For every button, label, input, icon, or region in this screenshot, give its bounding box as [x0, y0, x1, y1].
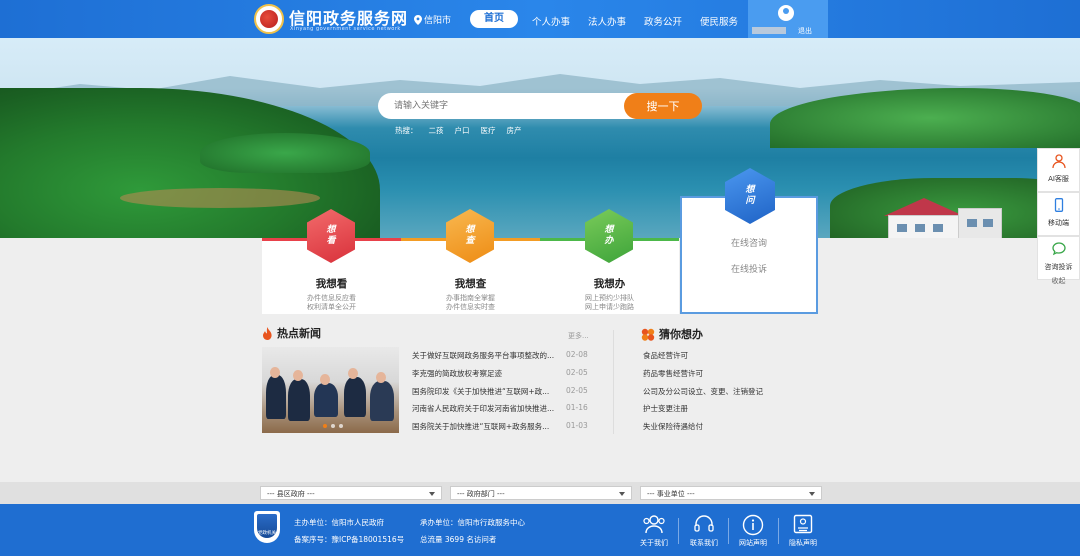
section-divider — [613, 330, 614, 434]
shoreline — [120, 188, 320, 208]
user-box: 退出 — [748, 0, 828, 38]
fire-icon — [263, 326, 272, 340]
online-complaint-link[interactable]: 在线投诉 — [682, 262, 816, 275]
footer-visits: 总流量 3699 名访问者 — [420, 535, 497, 544]
nav-gov-open[interactable]: 政务公开 — [644, 11, 682, 31]
news-header: 热点新闻 — [262, 325, 321, 341]
nav-personal[interactable]: 个人办事 — [532, 11, 570, 31]
fold-button[interactable]: 收起 — [1037, 276, 1080, 286]
online-consult-link[interactable]: 在线咨询 — [682, 236, 816, 249]
hot-word-link[interactable]: 医疗 — [481, 125, 496, 136]
about-us-button[interactable]: 关于我们 — [634, 514, 674, 550]
party-gov-badge-icon[interactable] — [254, 511, 280, 543]
guess-list: 食品经营许可 药品零售经营许可 公司及分公司设立、变更、注销登记 护士变更注册 … — [643, 348, 763, 437]
guess-item[interactable]: 护士变更注册 — [643, 401, 763, 419]
search-bar: 搜一下 — [378, 93, 702, 119]
footer-icp[interactable]: 备案序号：豫ICP备18001516号 — [294, 534, 404, 545]
guess-title: 猜你想办 — [659, 328, 703, 341]
news-item[interactable]: 李克强的简政放权考察足迹 02-05 — [412, 366, 592, 384]
search-input[interactable] — [378, 93, 648, 119]
forest-left-ridge — [200, 133, 370, 173]
user-name-redacted — [752, 27, 786, 34]
hot-word-link[interactable]: 户口 — [455, 125, 470, 136]
privacy-statement-button[interactable]: 隐私声明 — [783, 514, 823, 550]
badge-label: 党政机关 — [258, 531, 276, 536]
nav-legal-person[interactable]: 法人办事 — [588, 11, 626, 31]
nav-home[interactable]: 首页 — [470, 10, 518, 28]
search-button[interactable]: 搜一下 — [624, 93, 702, 119]
card-title: 我想办 — [593, 278, 626, 290]
county-gov-select[interactable]: --- 县区政府 --- — [260, 486, 442, 500]
news-item[interactable]: 河南省人民政府关于印发河南省加快推进... 01-16 — [412, 401, 592, 419]
location-label: 信阳市 — [424, 16, 452, 26]
news-more-link[interactable]: 更多... — [568, 331, 589, 341]
consult-complaint-button[interactable]: 咨询投诉 — [1037, 236, 1080, 280]
carousel-dots — [323, 424, 343, 428]
chat-bubble-icon — [1052, 242, 1066, 256]
headset-icon — [694, 515, 714, 532]
hot-word-link[interactable]: 房产 — [507, 125, 522, 136]
hero-banner — [0, 38, 1080, 238]
logout-link[interactable]: 退出 — [798, 26, 812, 36]
side-float-panel: AI客服 移动端 咨询投诉 收起 — [1037, 148, 1080, 288]
guess-item[interactable]: 药品零售经营许可 — [643, 366, 763, 384]
top-header: 信阳政务服务网 Xinyang government service netwo… — [0, 0, 1080, 38]
location-selector[interactable]: 信阳市 — [414, 13, 451, 26]
carousel-dot[interactable] — [331, 424, 335, 428]
mobile-button[interactable]: 移动端 — [1037, 192, 1080, 236]
guess-item[interactable]: 公司及分公司设立、变更、注销登记 — [643, 384, 763, 402]
carousel-dot[interactable] — [323, 424, 327, 428]
info-circle-icon — [742, 514, 764, 536]
footer — [0, 504, 1080, 556]
news-item[interactable]: 国务院印发《关于加快推进“互联网+政... 02-05 — [412, 384, 592, 402]
news-item[interactable]: 关于做好互联网政务服务平台事项整改的... 02-08 — [412, 348, 592, 366]
contact-us-button[interactable]: 联系我们 — [684, 514, 724, 550]
news-carousel-image[interactable] — [262, 347, 399, 433]
footer-organizer: 承办单位：信阳市行政服务中心 — [420, 518, 525, 527]
group-people-icon — [643, 515, 665, 534]
site-logo-icon[interactable] — [254, 4, 284, 34]
guess-item[interactable]: 食品经营许可 — [643, 348, 763, 366]
user-avatar-icon[interactable] — [778, 5, 794, 21]
id-card-icon — [793, 514, 813, 534]
guess-header: 猜你想办 — [641, 326, 703, 342]
public-institution-select[interactable]: --- 事业单位 --- — [640, 486, 822, 500]
hot-label: 热搜： — [395, 126, 418, 135]
guess-item[interactable]: 失业保险待遇给付 — [643, 419, 763, 437]
card-title: 我想查 — [454, 278, 487, 290]
card-desc: 网上申请少跑路 — [585, 303, 634, 311]
guess-icon — [641, 328, 655, 341]
news-title: 热点新闻 — [277, 327, 321, 340]
ai-service-button[interactable]: AI客服 — [1037, 148, 1080, 192]
news-list: 关于做好互联网政务服务平台事项整改的... 02-08 李克强的简政放权考察足迹 0… — [412, 348, 592, 437]
location-pin-icon — [414, 14, 422, 25]
nav-convenience[interactable]: 便民服务 — [700, 11, 738, 31]
card-desc: 办件信息实时查 — [446, 303, 495, 311]
site-subtitle: Xinyang government service network — [290, 26, 401, 32]
news-item[interactable]: 国务院关于加快推进“互联网+政务服务... 01-03 — [412, 419, 592, 437]
card-desc: 权利清单全公开 — [307, 303, 356, 311]
gov-dept-select[interactable]: --- 政府部门 --- — [450, 486, 632, 500]
footer-sponsor: 主办单位：信阳市人民政府 — [294, 518, 384, 527]
person-icon — [1052, 154, 1066, 168]
carousel-dot[interactable] — [339, 424, 343, 428]
card-title: 我想看 — [315, 278, 348, 290]
lakeside-house — [884, 198, 1004, 238]
hot-word-link[interactable]: 二孩 — [429, 125, 444, 136]
site-statement-button[interactable]: 网站声明 — [733, 514, 773, 550]
hot-searches: 热搜： 二孩 户口 医疗 房产 — [395, 125, 522, 136]
mobile-phone-icon — [1054, 198, 1064, 212]
